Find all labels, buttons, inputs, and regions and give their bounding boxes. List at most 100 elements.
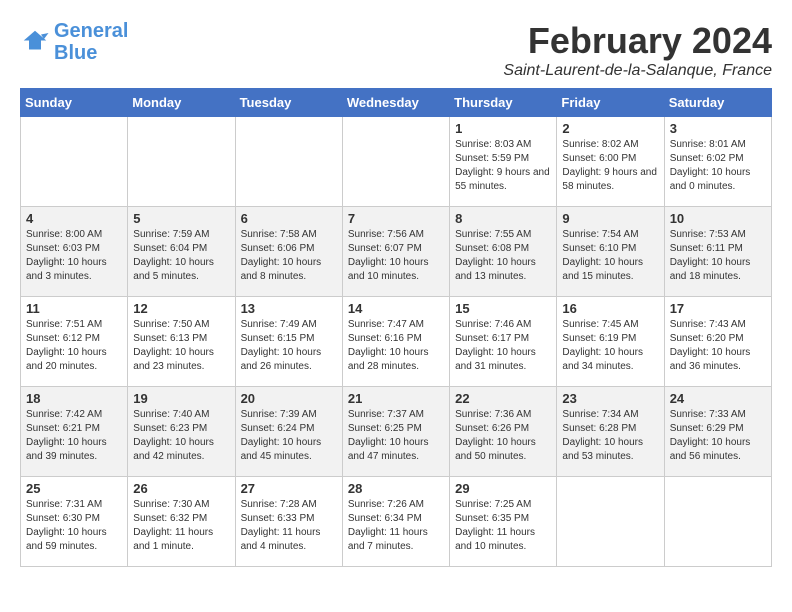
calendar-header-monday: Monday (128, 89, 235, 117)
day-info: Sunrise: 7:59 AMSunset: 6:04 PMDaylight:… (133, 228, 229, 284)
day-number: 26 (133, 481, 229, 496)
title-block: February 2024 Saint-Laurent-de-la-Salanq… (503, 20, 772, 80)
calendar-cell: 23 Sunrise: 7:34 AMSunset: 6:28 PMDayligh… (557, 387, 664, 477)
calendar-cell: 12 Sunrise: 7:50 AMSunset: 6:13 PMDayligh… (128, 297, 235, 387)
day-info: Sunrise: 7:25 AMSunset: 6:35 PMDaylight:… (455, 498, 551, 554)
day-number: 14 (348, 301, 444, 316)
calendar-cell: 26 Sunrise: 7:30 AMSunset: 6:32 PMDayligh… (128, 477, 235, 567)
day-number: 23 (562, 391, 658, 406)
calendar-week-row: 25Sunrise: 7:31 AMSunset: 6:30 PMDayligh… (21, 477, 772, 567)
day-number: 8 (455, 211, 551, 226)
calendar-subtitle: Saint-Laurent-de-la-Salanque, France (503, 62, 772, 80)
calendar-cell: 7 Sunrise: 7:56 AMSunset: 6:07 PMDaylight… (342, 207, 449, 297)
calendar-cell: 21Sunrise: 7:37 AMSunset: 6:25 PMDayligh… (342, 387, 449, 477)
day-number: 18 (26, 391, 122, 406)
calendar-cell: 18 Sunrise: 7:42 AMSunset: 6:21 PMDayligh… (21, 387, 128, 477)
calendar-cell: 27 Sunrise: 7:28 AMSunset: 6:33 PMDayligh… (235, 477, 342, 567)
day-info: Sunrise: 7:34 AMSunset: 6:28 PMDaylight:… (562, 408, 658, 464)
day-info: Sunrise: 7:45 AMSunset: 6:19 PMDaylight:… (562, 318, 658, 374)
day-info: Sunrise: 8:03 AMSunset: 5:59 PMDaylight:… (455, 138, 551, 194)
day-number: 24 (670, 391, 766, 406)
day-info: Sunrise: 8:02 AMSunset: 6:00 PMDaylight:… (562, 138, 658, 194)
calendar-header-thursday: Thursday (450, 89, 557, 117)
day-number: 15 (455, 301, 551, 316)
calendar-cell: 5 Sunrise: 7:59 AMSunset: 6:04 PMDaylight… (128, 207, 235, 297)
day-info: Sunrise: 7:54 AMSunset: 6:10 PMDaylight:… (562, 228, 658, 284)
day-info: Sunrise: 7:42 AMSunset: 6:21 PMDaylight:… (26, 408, 122, 464)
calendar-week-row: 11Sunrise: 7:51 AMSunset: 6:12 PMDayligh… (21, 297, 772, 387)
calendar-title: February 2024 (503, 20, 772, 62)
day-number: 9 (562, 211, 658, 226)
day-info: Sunrise: 7:55 AMSunset: 6:08 PMDaylight:… (455, 228, 551, 284)
day-info: Sunrise: 7:33 AMSunset: 6:29 PMDaylight:… (670, 408, 766, 464)
day-number: 7 (348, 211, 444, 226)
day-number: 13 (241, 301, 337, 316)
day-number: 25 (26, 481, 122, 496)
day-info: Sunrise: 7:40 AMSunset: 6:23 PMDaylight:… (133, 408, 229, 464)
day-number: 28 (348, 481, 444, 496)
calendar-header-friday: Friday (557, 89, 664, 117)
calendar-cell (21, 117, 128, 207)
logo-line1: General (54, 20, 128, 42)
day-number: 12 (133, 301, 229, 316)
day-number: 29 (455, 481, 551, 496)
calendar-cell: 25Sunrise: 7:31 AMSunset: 6:30 PMDayligh… (21, 477, 128, 567)
day-info: Sunrise: 7:26 AMSunset: 6:34 PMDaylight:… (348, 498, 444, 554)
calendar-cell: 9 Sunrise: 7:54 AMSunset: 6:10 PMDaylight… (557, 207, 664, 297)
calendar-week-row: 4 Sunrise: 8:00 AMSunset: 6:03 PMDaylight… (21, 207, 772, 297)
calendar-cell (235, 117, 342, 207)
day-info: Sunrise: 7:37 AMSunset: 6:25 PMDaylight:… (348, 408, 444, 464)
day-number: 22 (455, 391, 551, 406)
calendar-header-saturday: Saturday (664, 89, 771, 117)
calendar-cell: 28 Sunrise: 7:26 AMSunset: 6:34 PMDayligh… (342, 477, 449, 567)
calendar-cell: 14Sunrise: 7:47 AMSunset: 6:16 PMDayligh… (342, 297, 449, 387)
calendar-cell: 24 Sunrise: 7:33 AMSunset: 6:29 PMDayligh… (664, 387, 771, 477)
calendar-cell: 3 Sunrise: 8:01 AMSunset: 6:02 PMDaylight… (664, 117, 771, 207)
day-number: 4 (26, 211, 122, 226)
calendar-cell: 20 Sunrise: 7:39 AMSunset: 6:24 PMDayligh… (235, 387, 342, 477)
day-info: Sunrise: 7:53 AMSunset: 6:11 PMDaylight:… (670, 228, 766, 284)
day-number: 16 (562, 301, 658, 316)
calendar-cell: 17Sunrise: 7:43 AMSunset: 6:20 PMDayligh… (664, 297, 771, 387)
day-info: Sunrise: 7:49 AMSunset: 6:15 PMDaylight:… (241, 318, 337, 374)
day-number: 11 (26, 301, 122, 316)
day-number: 3 (670, 121, 766, 136)
day-number: 5 (133, 211, 229, 226)
day-info: Sunrise: 7:58 AMSunset: 6:06 PMDaylight:… (241, 228, 337, 284)
day-info: Sunrise: 7:46 AMSunset: 6:17 PMDaylight:… (455, 318, 551, 374)
day-number: 10 (670, 211, 766, 226)
day-info: Sunrise: 7:56 AMSunset: 6:07 PMDaylight:… (348, 228, 444, 284)
day-info: Sunrise: 7:39 AMSunset: 6:24 PMDaylight:… (241, 408, 337, 464)
calendar-week-row: 1Sunrise: 8:03 AMSunset: 5:59 PMDaylight… (21, 117, 772, 207)
calendar-cell: 2Sunrise: 8:02 AMSunset: 6:00 PMDaylight… (557, 117, 664, 207)
logo: General Blue (20, 20, 128, 64)
calendar-cell: 10 Sunrise: 7:53 AMSunset: 6:11 PMDayligh… (664, 207, 771, 297)
calendar-cell: 19Sunrise: 7:40 AMSunset: 6:23 PMDayligh… (128, 387, 235, 477)
day-number: 27 (241, 481, 337, 496)
calendar-cell: 4 Sunrise: 8:00 AMSunset: 6:03 PMDaylight… (21, 207, 128, 297)
calendar-header-sunday: Sunday (21, 89, 128, 117)
day-info: Sunrise: 7:28 AMSunset: 6:33 PMDaylight:… (241, 498, 337, 554)
day-number: 17 (670, 301, 766, 316)
day-info: Sunrise: 8:00 AMSunset: 6:03 PMDaylight:… (26, 228, 122, 284)
calendar-cell: 22 Sunrise: 7:36 AMSunset: 6:26 PMDayligh… (450, 387, 557, 477)
day-info: Sunrise: 7:30 AMSunset: 6:32 PMDaylight:… (133, 498, 229, 554)
calendar-header-tuesday: Tuesday (235, 89, 342, 117)
logo-icon (20, 27, 50, 57)
calendar-table: SundayMondayTuesdayWednesdayThursdayFrid… (20, 88, 772, 567)
logo-text: General Blue (54, 20, 128, 64)
calendar-cell: 11Sunrise: 7:51 AMSunset: 6:12 PMDayligh… (21, 297, 128, 387)
day-info: Sunrise: 7:50 AMSunset: 6:13 PMDaylight:… (133, 318, 229, 374)
calendar-week-row: 18 Sunrise: 7:42 AMSunset: 6:21 PMDayligh… (21, 387, 772, 477)
calendar-header-wednesday: Wednesday (342, 89, 449, 117)
day-number: 20 (241, 391, 337, 406)
calendar-cell: 15 Sunrise: 7:46 AMSunset: 6:17 PMDayligh… (450, 297, 557, 387)
day-info: Sunrise: 7:36 AMSunset: 6:26 PMDaylight:… (455, 408, 551, 464)
page-header: General Blue February 2024 Saint-Laurent… (20, 20, 772, 80)
day-info: Sunrise: 8:01 AMSunset: 6:02 PMDaylight:… (670, 138, 766, 194)
calendar-cell: 6 Sunrise: 7:58 AMSunset: 6:06 PMDaylight… (235, 207, 342, 297)
logo-line2: Blue (54, 42, 97, 64)
day-number: 6 (241, 211, 337, 226)
calendar-cell: 13 Sunrise: 7:49 AMSunset: 6:15 PMDayligh… (235, 297, 342, 387)
calendar-cell: 29 Sunrise: 7:25 AMSunset: 6:35 PMDayligh… (450, 477, 557, 567)
